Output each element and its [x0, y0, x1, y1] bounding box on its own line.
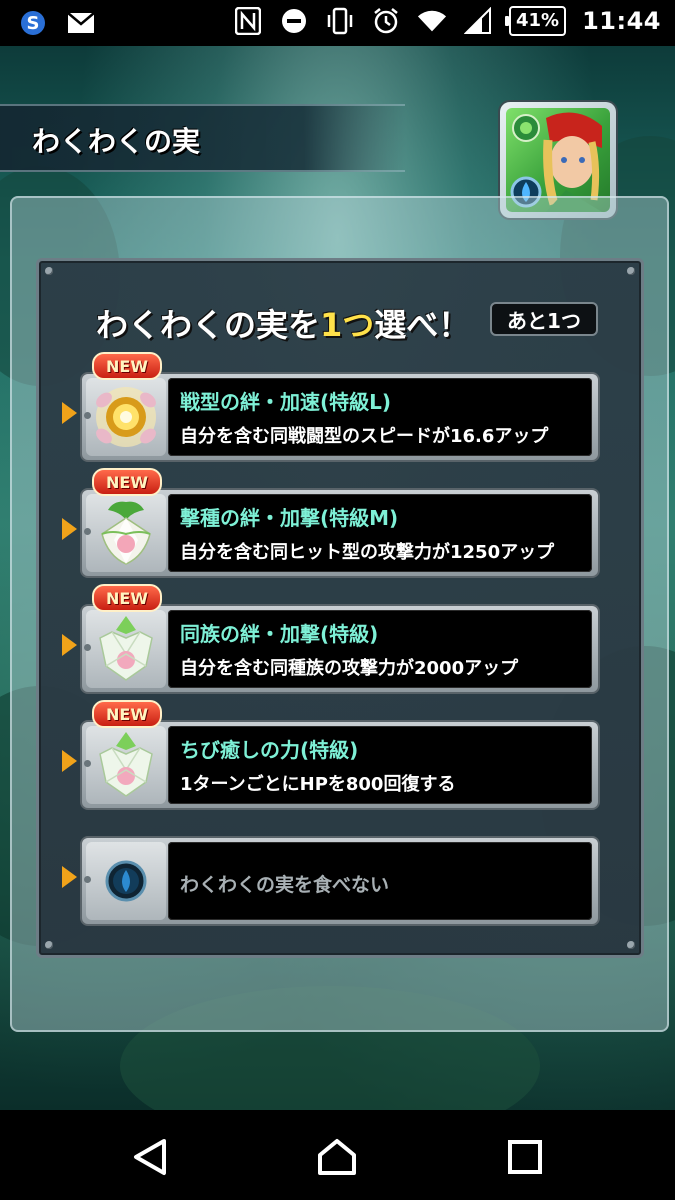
game-screen: わくわくの実 わくわくの実を1つ選べ！ あと1つ 戦型の絆・加速(特級L) 自分… — [0, 46, 675, 1110]
wifi-icon — [417, 6, 447, 36]
battery-indicator: 41% — [504, 6, 567, 36]
select-arrow-icon — [62, 866, 77, 888]
blue-orb-icon — [86, 842, 166, 920]
fruit-name: 撃種の絆・加撃(特級M) — [180, 506, 399, 530]
select-arrow-icon — [62, 634, 77, 656]
skip-fruit-label: わくわくの実を食べない — [180, 874, 390, 896]
vibrate-icon — [325, 6, 355, 36]
fruit-option-1[interactable]: 戦型の絆・加速(特級L) 自分を含む同戦闘型のスピードが16.6アップ NEW — [62, 352, 600, 462]
select-arrow-icon — [62, 750, 77, 772]
screen-title-bar: わくわくの実 — [0, 104, 405, 172]
new-badge: NEW — [92, 584, 162, 612]
dnd-icon — [279, 6, 309, 36]
alarm-icon — [371, 6, 401, 36]
recents-square-icon[interactable] — [503, 1135, 547, 1179]
fruit-description: 1ターンごとにHPを800回復する — [180, 774, 456, 795]
golden-fruit-icon — [86, 378, 166, 456]
fruit-description: 自分を含む同ヒット型の攻撃力が1250アップ — [180, 542, 555, 563]
svg-text:S: S — [27, 13, 40, 34]
new-badge: NEW — [92, 468, 162, 496]
fruit-option-2[interactable]: 撃種の絆・加撃(特級M) 自分を含む同ヒット型の攻撃力が1250アップ NEW — [62, 468, 600, 578]
nfc-icon — [233, 6, 263, 36]
clock: 11:44 — [582, 7, 661, 35]
s-app-icon: S — [18, 8, 48, 38]
new-badge: NEW — [92, 352, 162, 380]
mail-icon — [66, 8, 96, 38]
fruit-name: 戦型の絆・加速(特級L) — [180, 390, 392, 414]
heading-highlight: 1つ — [320, 306, 375, 344]
fruit-description: 自分を含む同戦闘型のスピードが16.6アップ — [180, 426, 549, 447]
heading-suffix: 選べ！ — [374, 306, 471, 344]
signal-icon — [463, 6, 493, 36]
fruit-description: 自分を含む同種族の攻撃力が2000アップ — [180, 658, 519, 679]
home-icon[interactable] — [315, 1135, 359, 1179]
new-badge: NEW — [92, 700, 162, 728]
fruit-name: 同族の絆・加撃(特級) — [180, 622, 379, 646]
select-arrow-icon — [62, 402, 77, 424]
select-arrow-icon — [62, 518, 77, 540]
selection-heading: わくわくの実を1つ選べ！ — [96, 300, 470, 346]
crystal-fruit-icon — [86, 610, 166, 688]
navigation-bar — [0, 1110, 675, 1200]
battery-percent: 41% — [516, 10, 560, 31]
back-triangle-icon[interactable] — [128, 1135, 172, 1179]
crystal-fruit-icon — [86, 726, 166, 804]
heading-prefix: わくわくの実を — [96, 306, 321, 344]
fruit-option-3[interactable]: 同族の絆・加撃(特級) 自分を含む同種族の攻撃力が2000アップ NEW — [62, 584, 600, 694]
fruit-option-4[interactable]: ちび癒しの力(特級) 1ターンごとにHPを800回復する NEW — [62, 700, 600, 810]
skip-fruit-option[interactable]: わくわくの実を食べない — [62, 836, 600, 926]
remaining-count-badge: あと1つ — [490, 302, 598, 336]
screen-title: わくわくの実 — [32, 125, 201, 158]
leaf-fruit-icon — [86, 494, 166, 572]
status-bar: S 41% 11:44 — [0, 0, 675, 46]
fruit-name: ちび癒しの力(特級) — [180, 738, 359, 762]
